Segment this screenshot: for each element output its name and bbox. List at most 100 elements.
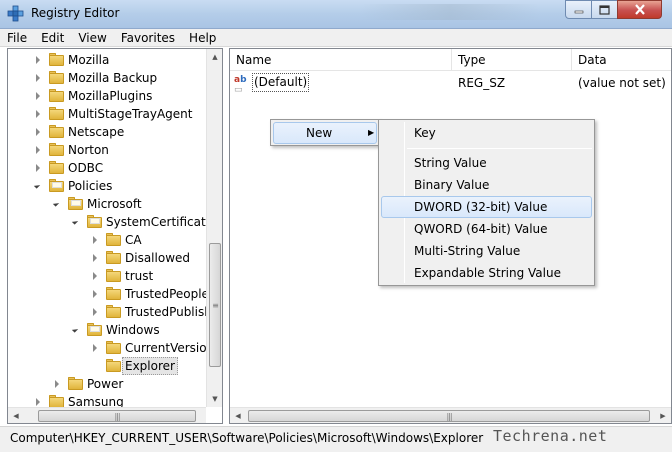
tree-node[interactable]: Policies bbox=[8, 177, 208, 195]
title-blur bbox=[360, 4, 540, 20]
tree-node[interactable]: Disallowed bbox=[8, 249, 208, 267]
expand-arrow-icon[interactable] bbox=[36, 128, 40, 136]
expand-arrow-icon[interactable] bbox=[93, 272, 97, 280]
tree-node-label: ODBC bbox=[68, 161, 104, 175]
tree-node-label: TrustedPublish bbox=[125, 305, 212, 319]
expand-arrow-icon[interactable] bbox=[36, 110, 40, 118]
table-row[interactable]: ab ▭ (Default) REG_SZ (value not set) bbox=[230, 73, 671, 95]
scroll-thumb[interactable]: ||| bbox=[38, 410, 196, 422]
tree-node[interactable]: Mozilla Backup bbox=[8, 69, 208, 87]
folder-icon bbox=[106, 269, 121, 282]
menu-help[interactable]: Help bbox=[182, 29, 223, 47]
folder-icon bbox=[49, 107, 64, 120]
submenu-arrow-icon: ▶ bbox=[368, 128, 375, 137]
expand-arrow-icon[interactable] bbox=[55, 380, 59, 388]
tree-node[interactable]: TrustedPublish bbox=[8, 303, 212, 321]
menu-item-key[interactable]: Key bbox=[381, 122, 592, 144]
folder-icon bbox=[49, 125, 64, 138]
folder-icon bbox=[49, 143, 64, 156]
tree-node-label: MozillaPlugins bbox=[68, 89, 153, 103]
menu-view[interactable]: View bbox=[71, 29, 113, 47]
collapse-arrow-icon[interactable] bbox=[71, 326, 79, 333]
scroll-left-icon[interactable]: ◀ bbox=[230, 408, 246, 423]
expand-arrow-icon[interactable] bbox=[93, 254, 97, 262]
menu-item-label: QWORD (64-bit) Value bbox=[414, 222, 548, 236]
expand-arrow-icon[interactable] bbox=[36, 74, 40, 82]
menu-item-label: Expandable String Value bbox=[414, 266, 561, 280]
scroll-up-icon[interactable]: ▲ bbox=[207, 49, 222, 65]
collapse-arrow-icon[interactable] bbox=[33, 182, 41, 189]
tree-horizontal-scrollbar[interactable]: ◀ ||| bbox=[8, 407, 206, 423]
menu-item-expandable-string-value[interactable]: Expandable String Value bbox=[381, 262, 592, 284]
collapse-arrow-icon[interactable] bbox=[52, 200, 60, 207]
list-horizontal-scrollbar[interactable]: ◀ ||| ▶ bbox=[230, 407, 671, 423]
expand-arrow-icon[interactable] bbox=[36, 56, 40, 64]
folder-icon bbox=[106, 341, 121, 354]
menu-bar: File Edit View Favorites Help bbox=[0, 29, 672, 47]
tree-node[interactable]: Netscape bbox=[8, 123, 208, 141]
value-type: REG_SZ bbox=[458, 76, 506, 90]
tree-node[interactable]: SystemCertificates bbox=[8, 213, 220, 231]
tree-node[interactable]: Norton bbox=[8, 141, 208, 159]
tree-node-label: MultiStageTrayAgent bbox=[68, 107, 193, 121]
menu-item-new[interactable]: New ▶ bbox=[273, 122, 377, 144]
expand-arrow-icon[interactable] bbox=[93, 290, 97, 298]
value-data: (value not set) bbox=[578, 76, 666, 90]
menu-edit[interactable]: Edit bbox=[34, 29, 71, 47]
menu-item-multi-string-value[interactable]: Multi-String Value bbox=[381, 240, 592, 262]
expand-arrow-icon[interactable] bbox=[36, 92, 40, 100]
tree-node[interactable]: TrustedPeople bbox=[8, 285, 209, 303]
column-type[interactable]: Type bbox=[452, 49, 572, 71]
tree-node-label: Norton bbox=[68, 143, 109, 157]
expand-arrow-icon[interactable] bbox=[93, 236, 97, 244]
tree-node[interactable]: MozillaPlugins bbox=[8, 87, 208, 105]
expand-arrow-icon[interactable] bbox=[36, 398, 40, 406]
menu-item-dword-value[interactable]: DWORD (32-bit) Value bbox=[381, 196, 592, 218]
tree-node-label: CA bbox=[125, 233, 142, 247]
column-name[interactable]: Name bbox=[230, 49, 452, 71]
collapse-arrow-icon[interactable] bbox=[71, 218, 79, 225]
tree-node[interactable]: trust bbox=[8, 267, 208, 285]
menu-item-binary-value[interactable]: Binary Value bbox=[381, 174, 592, 196]
tree-node-label: SystemCertificates bbox=[106, 215, 220, 229]
expand-arrow-icon[interactable] bbox=[93, 344, 97, 352]
menu-file[interactable]: File bbox=[0, 29, 34, 47]
tree-node-label: Netscape bbox=[68, 125, 125, 139]
context-menu: New ▶ bbox=[270, 119, 380, 146]
tree-node[interactable]: MultiStageTrayAgent bbox=[8, 105, 218, 123]
tree-node[interactable]: Windows bbox=[8, 321, 208, 339]
scroll-thumb[interactable]: ≡ bbox=[209, 243, 221, 367]
scroll-left-icon[interactable]: ◀ bbox=[8, 408, 24, 423]
column-data[interactable]: Data bbox=[572, 49, 671, 71]
scroll-down-icon[interactable]: ▼ bbox=[207, 391, 222, 407]
close-button[interactable] bbox=[617, 0, 662, 19]
menu-item-label: Binary Value bbox=[414, 178, 490, 192]
registry-path: Computer\HKEY_CURRENT_USER\Software\Poli… bbox=[10, 431, 484, 445]
menu-item-qword-value[interactable]: QWORD (64-bit) Value bbox=[381, 218, 592, 240]
tree-node[interactable]: ODBC bbox=[8, 159, 208, 177]
tree-node-label: Disallowed bbox=[125, 251, 191, 265]
minimize-button[interactable] bbox=[565, 0, 592, 19]
maximize-button[interactable] bbox=[591, 0, 618, 19]
registry-tree[interactable]: Mozilla Mozilla Backup MozillaPlugins Mu… bbox=[7, 48, 223, 424]
tree-node[interactable]: Mozilla bbox=[8, 51, 208, 69]
expand-arrow-icon[interactable] bbox=[36, 164, 40, 172]
tree-node[interactable]: CA bbox=[8, 231, 208, 249]
tree-node-selected[interactable]: Explorer bbox=[8, 357, 208, 375]
tree-node[interactable]: Power bbox=[8, 375, 208, 393]
folder-icon bbox=[106, 287, 121, 300]
close-icon bbox=[634, 4, 645, 15]
tree-node-label: Windows bbox=[106, 323, 160, 337]
menu-favorites[interactable]: Favorites bbox=[114, 29, 182, 47]
tree-node[interactable]: CurrentVersion bbox=[8, 339, 214, 357]
folder-open-icon bbox=[49, 179, 64, 192]
expand-arrow-icon[interactable] bbox=[36, 146, 40, 154]
expand-arrow-icon[interactable] bbox=[93, 308, 97, 316]
scroll-thumb[interactable]: ||| bbox=[248, 410, 650, 422]
folder-open-icon bbox=[87, 215, 102, 228]
scroll-right-icon[interactable]: ▶ bbox=[655, 408, 671, 423]
tree-node[interactable]: Microsoft bbox=[8, 195, 208, 213]
menu-item-string-value[interactable]: String Value bbox=[381, 152, 592, 174]
value-name: (Default) bbox=[252, 73, 310, 92]
tree-vertical-scrollbar[interactable]: ▲ ≡ ▼ bbox=[206, 49, 222, 407]
